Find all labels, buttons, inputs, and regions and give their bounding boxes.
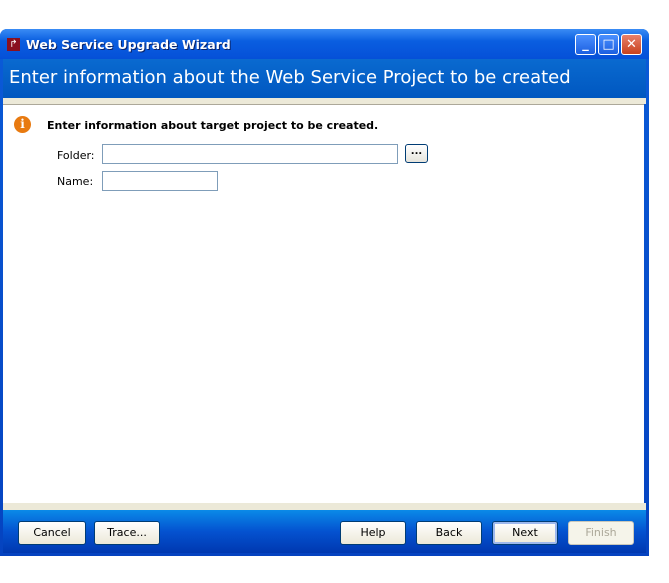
browse-folder-button[interactable]: ... <box>405 144 428 163</box>
window-title: Web Service Upgrade Wizard <box>26 37 231 52</box>
folder-label: Folder: <box>57 149 95 162</box>
close-button[interactable]: ✕ <box>621 34 642 55</box>
app-icon: ↱ <box>7 38 20 51</box>
folder-input[interactable] <box>102 144 398 164</box>
minimize-button[interactable]: _ <box>575 34 596 55</box>
name-input[interactable] <box>102 171 218 191</box>
back-button[interactable]: Back <box>416 521 482 545</box>
next-button[interactable]: Next <box>492 521 558 545</box>
cancel-button[interactable]: Cancel <box>18 521 86 545</box>
title-bar[interactable]: ↱ Web Service Upgrade Wizard _ □ ✕ <box>0 29 649 59</box>
finish-button[interactable]: Finish <box>568 521 634 545</box>
wizard-header: Enter information about the Web Service … <box>3 59 646 98</box>
name-label: Name: <box>57 175 94 188</box>
help-button[interactable]: Help <box>340 521 406 545</box>
page-title: Enter information about the Web Service … <box>9 67 571 88</box>
trace-button[interactable]: Trace... <box>94 521 160 545</box>
wizard-content: i Enter information about target project… <box>3 104 644 504</box>
button-bar: Cancel Trace... Help Back Next Finish <box>3 510 646 553</box>
info-icon: i <box>14 116 31 133</box>
info-message: Enter information about target project t… <box>47 119 379 132</box>
maximize-button[interactable]: □ <box>598 34 619 55</box>
wizard-window: ↱ Web Service Upgrade Wizard _ □ ✕ Enter… <box>0 29 649 556</box>
